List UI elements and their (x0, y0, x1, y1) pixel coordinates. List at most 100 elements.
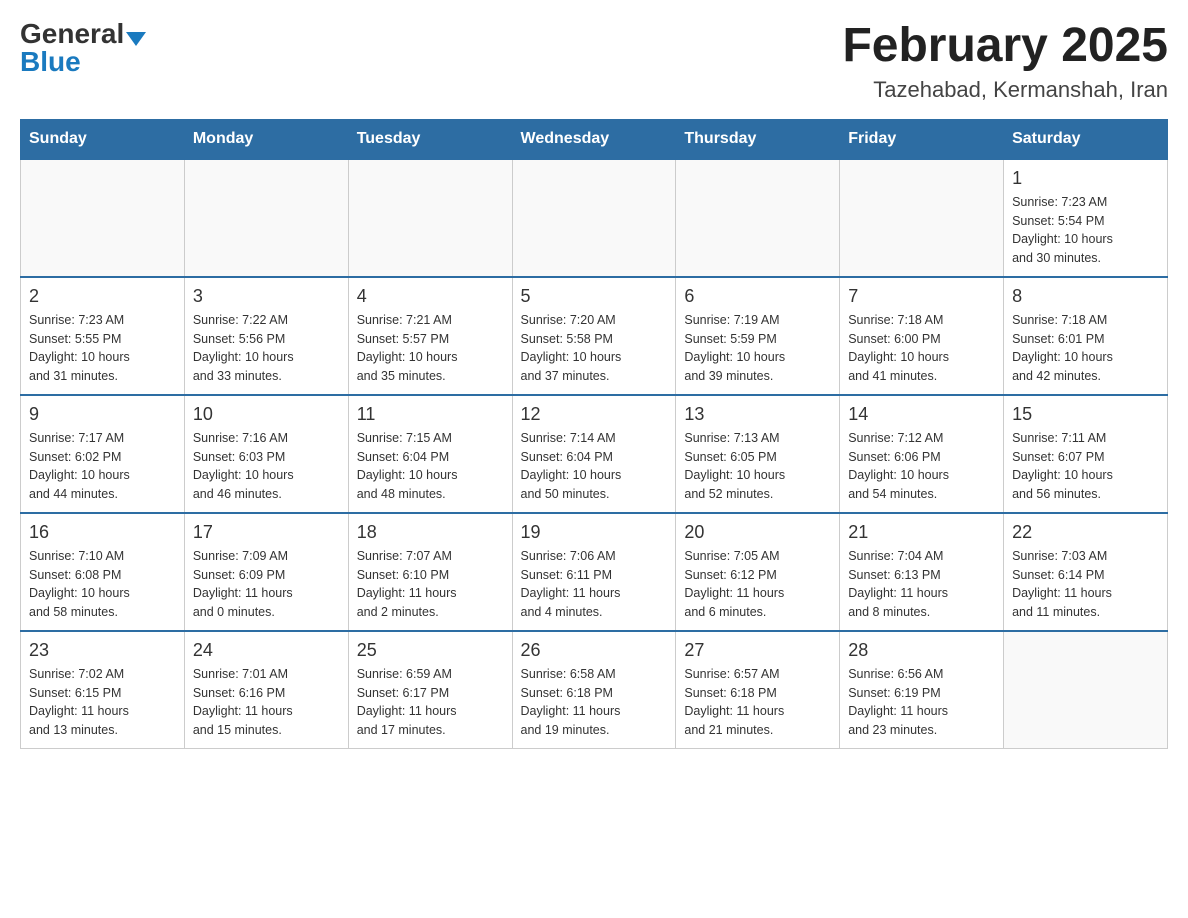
calendar-header-row: Sunday Monday Tuesday Wednesday Thursday… (21, 119, 1168, 159)
day-info: Sunrise: 7:07 AMSunset: 6:10 PMDaylight:… (357, 547, 504, 622)
day-info: Sunrise: 7:18 AMSunset: 6:00 PMDaylight:… (848, 311, 995, 386)
col-friday: Friday (840, 119, 1004, 159)
day-number: 1 (1012, 168, 1159, 189)
day-number: 11 (357, 404, 504, 425)
day-info: Sunrise: 7:12 AMSunset: 6:06 PMDaylight:… (848, 429, 995, 504)
day-info: Sunrise: 7:21 AMSunset: 5:57 PMDaylight:… (357, 311, 504, 386)
day-number: 18 (357, 522, 504, 543)
day-info: Sunrise: 7:18 AMSunset: 6:01 PMDaylight:… (1012, 311, 1159, 386)
day-number: 16 (29, 522, 176, 543)
table-row (840, 159, 1004, 277)
day-number: 13 (684, 404, 831, 425)
logo-text: General (20, 20, 146, 48)
col-sunday: Sunday (21, 119, 185, 159)
table-row: 27 Sunrise: 6:57 AMSunset: 6:18 PMDayligh… (676, 631, 840, 749)
table-row: 23Sunrise: 7:02 AMSunset: 6:15 PMDayligh… (21, 631, 185, 749)
title-section: February 2025 Tazehabad, Kermanshah, Ira… (842, 20, 1168, 103)
table-row: 16Sunrise: 7:10 AMSunset: 6:08 PMDayligh… (21, 513, 185, 631)
calendar-week-4: 16Sunrise: 7:10 AMSunset: 6:08 PMDayligh… (21, 513, 1168, 631)
day-number: 21 (848, 522, 995, 543)
table-row: 18 Sunrise: 7:07 AMSunset: 6:10 PMDayligh… (348, 513, 512, 631)
table-row: 28Sunrise: 6:56 AMSunset: 6:19 PMDayligh… (840, 631, 1004, 749)
location-subtitle: Tazehabad, Kermanshah, Iran (842, 77, 1168, 103)
day-info: Sunrise: 7:22 AMSunset: 5:56 PMDaylight:… (193, 311, 340, 386)
day-number: 17 (193, 522, 340, 543)
day-info: Sunrise: 6:57 AMSunset: 6:18 PMDaylight:… (684, 665, 831, 740)
day-info: Sunrise: 7:02 AMSunset: 6:15 PMDaylight:… (29, 665, 176, 740)
day-info: Sunrise: 7:20 AMSunset: 5:58 PMDaylight:… (521, 311, 668, 386)
day-number: 12 (521, 404, 668, 425)
table-row: 4 Sunrise: 7:21 AMSunset: 5:57 PMDaylight… (348, 277, 512, 395)
day-number: 5 (521, 286, 668, 307)
table-row: 24 Sunrise: 7:01 AMSunset: 6:16 PMDayligh… (184, 631, 348, 749)
day-number: 6 (684, 286, 831, 307)
day-info: Sunrise: 7:06 AMSunset: 6:11 PMDaylight:… (521, 547, 668, 622)
col-monday: Monday (184, 119, 348, 159)
day-number: 8 (1012, 286, 1159, 307)
logo-blue: Blue (20, 48, 81, 76)
table-row: 11 Sunrise: 7:15 AMSunset: 6:04 PMDayligh… (348, 395, 512, 513)
table-row: 2Sunrise: 7:23 AMSunset: 5:55 PMDaylight… (21, 277, 185, 395)
day-info: Sunrise: 7:04 AMSunset: 6:13 PMDaylight:… (848, 547, 995, 622)
table-row: 12 Sunrise: 7:14 AMSunset: 6:04 PMDayligh… (512, 395, 676, 513)
day-info: Sunrise: 7:14 AMSunset: 6:04 PMDaylight:… (521, 429, 668, 504)
calendar-week-2: 2Sunrise: 7:23 AMSunset: 5:55 PMDaylight… (21, 277, 1168, 395)
day-info: Sunrise: 7:03 AMSunset: 6:14 PMDaylight:… (1012, 547, 1159, 622)
table-row (676, 159, 840, 277)
table-row (21, 159, 185, 277)
day-number: 20 (684, 522, 831, 543)
calendar-week-3: 9 Sunrise: 7:17 AMSunset: 6:02 PMDaylight… (21, 395, 1168, 513)
table-row: 21 Sunrise: 7:04 AMSunset: 6:13 PMDayligh… (840, 513, 1004, 631)
day-number: 26 (521, 640, 668, 661)
table-row: 8 Sunrise: 7:18 AMSunset: 6:01 PMDaylight… (1004, 277, 1168, 395)
table-row (1004, 631, 1168, 749)
table-row: 13 Sunrise: 7:13 AMSunset: 6:05 PMDayligh… (676, 395, 840, 513)
table-row: 1Sunrise: 7:23 AMSunset: 5:54 PMDaylight… (1004, 159, 1168, 277)
day-info: Sunrise: 7:11 AMSunset: 6:07 PMDaylight:… (1012, 429, 1159, 504)
table-row: 15 Sunrise: 7:11 AMSunset: 6:07 PMDayligh… (1004, 395, 1168, 513)
day-info: Sunrise: 7:01 AMSunset: 6:16 PMDaylight:… (193, 665, 340, 740)
day-number: 19 (521, 522, 668, 543)
day-info: Sunrise: 7:05 AMSunset: 6:12 PMDaylight:… (684, 547, 831, 622)
table-row: 7 Sunrise: 7:18 AMSunset: 6:00 PMDaylight… (840, 277, 1004, 395)
day-number: 3 (193, 286, 340, 307)
table-row: 22 Sunrise: 7:03 AMSunset: 6:14 PMDayligh… (1004, 513, 1168, 631)
logo-general: General (20, 18, 124, 49)
col-saturday: Saturday (1004, 119, 1168, 159)
col-tuesday: Tuesday (348, 119, 512, 159)
day-number: 7 (848, 286, 995, 307)
col-wednesday: Wednesday (512, 119, 676, 159)
calendar-week-1: 1Sunrise: 7:23 AMSunset: 5:54 PMDaylight… (21, 159, 1168, 277)
table-row: 17 Sunrise: 7:09 AMSunset: 6:09 PMDayligh… (184, 513, 348, 631)
calendar-table: Sunday Monday Tuesday Wednesday Thursday… (20, 119, 1168, 749)
table-row: 5 Sunrise: 7:20 AMSunset: 5:58 PMDaylight… (512, 277, 676, 395)
day-number: 9 (29, 404, 176, 425)
day-info: Sunrise: 7:09 AMSunset: 6:09 PMDaylight:… (193, 547, 340, 622)
logo-triangle-icon (126, 32, 146, 46)
table-row: 20 Sunrise: 7:05 AMSunset: 6:12 PMDayligh… (676, 513, 840, 631)
day-info: Sunrise: 7:17 AMSunset: 6:02 PMDaylight:… (29, 429, 176, 504)
page-header: General Blue February 2025 Tazehabad, Ke… (20, 20, 1168, 103)
table-row (348, 159, 512, 277)
day-info: Sunrise: 6:59 AMSunset: 6:17 PMDaylight:… (357, 665, 504, 740)
day-number: 4 (357, 286, 504, 307)
day-info: Sunrise: 7:13 AMSunset: 6:05 PMDaylight:… (684, 429, 831, 504)
day-info: Sunrise: 7:16 AMSunset: 6:03 PMDaylight:… (193, 429, 340, 504)
col-thursday: Thursday (676, 119, 840, 159)
table-row (512, 159, 676, 277)
day-info: Sunrise: 6:58 AMSunset: 6:18 PMDaylight:… (521, 665, 668, 740)
table-row: 10 Sunrise: 7:16 AMSunset: 6:03 PMDayligh… (184, 395, 348, 513)
table-row: 14 Sunrise: 7:12 AMSunset: 6:06 PMDayligh… (840, 395, 1004, 513)
day-number: 15 (1012, 404, 1159, 425)
logo: General Blue (20, 20, 146, 76)
day-number: 28 (848, 640, 995, 661)
day-number: 22 (1012, 522, 1159, 543)
day-number: 10 (193, 404, 340, 425)
table-row: 19 Sunrise: 7:06 AMSunset: 6:11 PMDayligh… (512, 513, 676, 631)
day-number: 27 (684, 640, 831, 661)
day-number: 24 (193, 640, 340, 661)
day-info: Sunrise: 7:15 AMSunset: 6:04 PMDaylight:… (357, 429, 504, 504)
day-info: Sunrise: 7:19 AMSunset: 5:59 PMDaylight:… (684, 311, 831, 386)
day-number: 14 (848, 404, 995, 425)
month-year-title: February 2025 (842, 20, 1168, 73)
